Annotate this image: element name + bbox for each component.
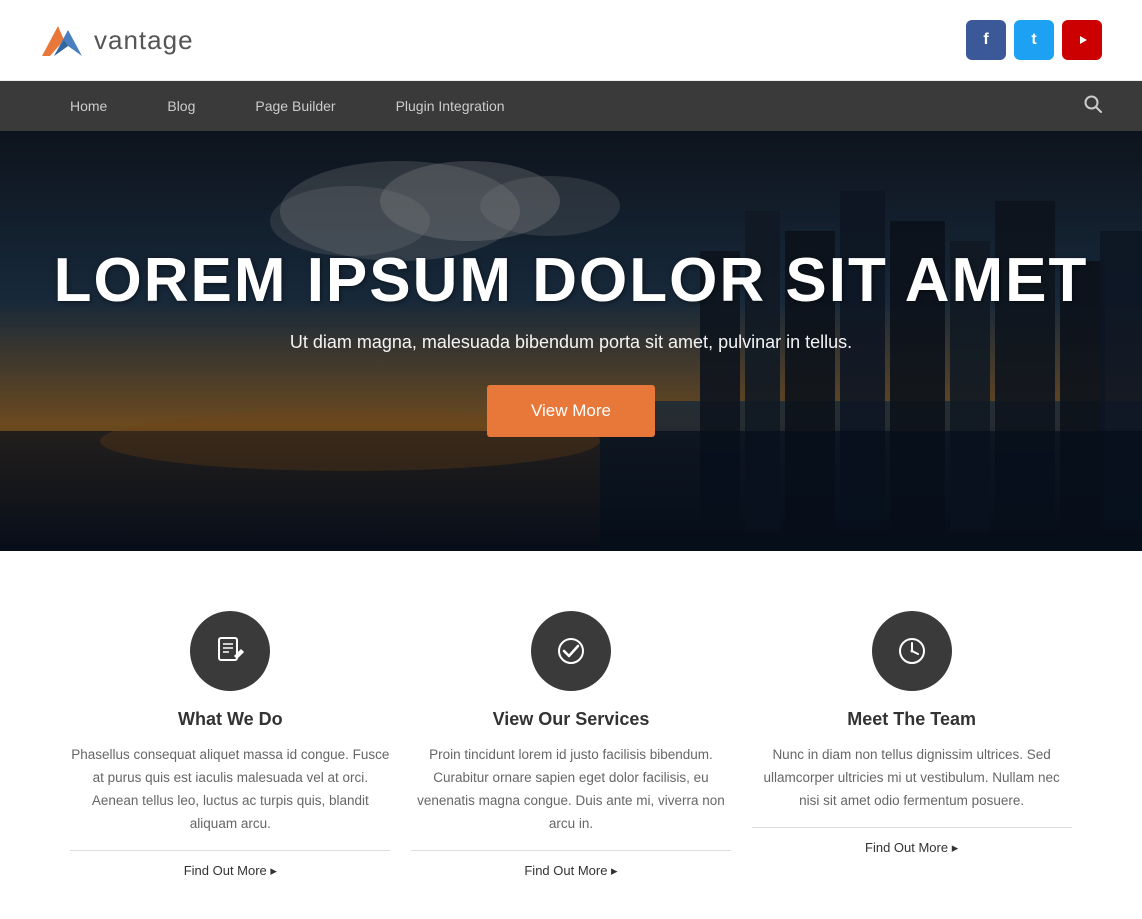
- hero-content: LOREM IPSUM DOLOR SIT AMET Ut diam magna…: [54, 245, 1089, 437]
- nav-items: Home Blog Page Builder Plugin Integratio…: [40, 81, 1084, 131]
- logo-text: vantage: [94, 25, 194, 56]
- features-section: What We Do Phasellus consequat aliquet m…: [0, 551, 1142, 919]
- search-icon[interactable]: [1084, 95, 1102, 118]
- meet-the-team-icon: [872, 611, 952, 691]
- navigation: Home Blog Page Builder Plugin Integratio…: [0, 81, 1142, 131]
- view-our-services-desc: Proin tincidunt lorem id justo facilisis…: [411, 744, 731, 836]
- meet-the-team-desc: Nunc in diam non tellus dignissim ultric…: [752, 744, 1072, 813]
- nav-page-builder[interactable]: Page Builder: [225, 81, 365, 131]
- logo-icon: [40, 18, 84, 62]
- what-we-do-icon: [190, 611, 270, 691]
- hero-section: LOREM IPSUM DOLOR SIT AMET Ut diam magna…: [0, 131, 1142, 551]
- facebook-button[interactable]: f: [966, 20, 1006, 60]
- meet-the-team-link[interactable]: Find Out More ▸: [752, 827, 1072, 856]
- meet-the-team-title: Meet The Team: [847, 709, 976, 730]
- what-we-do-link[interactable]: Find Out More ▸: [70, 850, 390, 879]
- nav-blog[interactable]: Blog: [137, 81, 225, 131]
- feature-what-we-do: What We Do Phasellus consequat aliquet m…: [70, 611, 390, 879]
- hero-view-more-button[interactable]: View More: [487, 385, 655, 437]
- nav-home[interactable]: Home: [40, 81, 137, 131]
- header: vantage f t: [0, 0, 1142, 81]
- feature-view-our-services: View Our Services Proin tincidunt lorem …: [411, 611, 731, 879]
- social-icons-group: f t: [966, 20, 1102, 60]
- feature-meet-the-team: Meet The Team Nunc in diam non tellus di…: [752, 611, 1072, 879]
- hero-title: LOREM IPSUM DOLOR SIT AMET: [54, 245, 1089, 316]
- logo: vantage: [40, 18, 194, 62]
- view-our-services-icon: [531, 611, 611, 691]
- view-our-services-link[interactable]: Find Out More ▸: [411, 850, 731, 879]
- youtube-icon: [1074, 34, 1090, 46]
- what-we-do-title: What We Do: [178, 709, 283, 730]
- what-we-do-desc: Phasellus consequat aliquet massa id con…: [70, 744, 390, 836]
- hero-subtitle: Ut diam magna, malesuada bibendum porta …: [54, 332, 1089, 353]
- view-our-services-title: View Our Services: [493, 709, 650, 730]
- youtube-button[interactable]: [1062, 20, 1102, 60]
- nav-plugin-integration[interactable]: Plugin Integration: [366, 81, 535, 131]
- twitter-button[interactable]: t: [1014, 20, 1054, 60]
